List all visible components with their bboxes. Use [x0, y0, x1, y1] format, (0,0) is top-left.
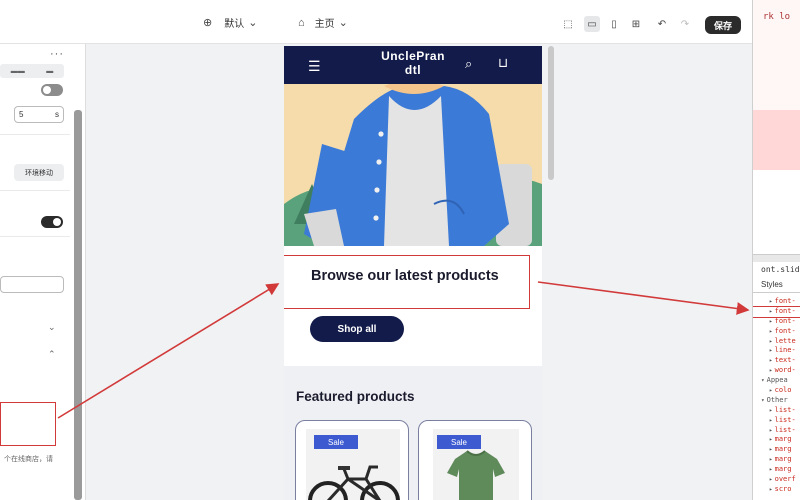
featured-products-heading[interactable]: Featured products — [296, 389, 415, 404]
style-property[interactable]: marg — [753, 445, 800, 455]
style-property[interactable]: list- — [753, 406, 800, 416]
tab-icon[interactable]: ▬▬ — [11, 68, 25, 75]
annotation-box — [0, 402, 56, 446]
devtools-panel: rk lo ont.slid Styles font-font-font-fon… — [752, 0, 800, 500]
style-properties: font-font-font-font-letteline-text-word-… — [753, 297, 800, 495]
cart-icon[interactable]: ⊔ — [498, 55, 508, 71]
page-label: 主页 — [314, 19, 335, 30]
store-name[interactable]: UnclePran dtl — [358, 49, 468, 77]
style-property[interactable]: line- — [753, 346, 800, 356]
annotation-box — [284, 255, 530, 309]
chevron-down-icon: ⌄ — [248, 17, 258, 29]
product-card[interactable]: Sale — [418, 420, 532, 500]
toggle-switch[interactable] — [41, 216, 63, 228]
duration-value: 5 — [19, 110, 24, 119]
style-property[interactable]: marg — [753, 465, 800, 475]
style-property[interactable]: word- — [753, 366, 800, 376]
style-property[interactable]: font- — [753, 327, 800, 337]
tab-icon[interactable]: ▬ — [46, 68, 53, 75]
store-preview: ☰ UnclePran dtl ⌕ ⊔ Browse our latest pr… — [284, 46, 542, 500]
devtools-source: rk lo — [753, 0, 800, 110]
sale-badge: Sale — [314, 435, 358, 449]
redo-icon[interactable]: ↷ — [677, 16, 693, 32]
theme-selector[interactable]: ⊕ 默认 ⌄ — [203, 15, 257, 30]
style-property[interactable]: text- — [753, 356, 800, 366]
save-button[interactable]: 保存 — [705, 16, 741, 34]
product-card[interactable]: Sale — [295, 420, 409, 500]
shop-all-button[interactable]: Shop all — [310, 316, 404, 342]
preview-scrollbar[interactable] — [548, 46, 554, 180]
style-property[interactable]: font- — [753, 317, 800, 327]
style-property[interactable]: lette — [753, 337, 800, 347]
chevron-up-icon[interactable]: ⌃ — [48, 349, 56, 360]
style-property[interactable]: marg — [753, 455, 800, 465]
divider — [0, 134, 70, 135]
home-icon: ⌂ — [298, 16, 305, 29]
globe-icon: ⊕ — [203, 17, 213, 29]
undo-icon[interactable]: ↶ — [654, 16, 670, 32]
animation-option[interactable]: 环境移动 — [14, 164, 64, 181]
divider — [0, 236, 70, 237]
source-code-line: rk lo — [763, 12, 791, 22]
divider — [0, 190, 70, 191]
chevron-down-icon[interactable]: ⌄ — [48, 322, 56, 333]
style-property[interactable]: marg — [753, 435, 800, 445]
hero-illustration — [284, 84, 542, 246]
scrollbar[interactable] — [74, 110, 82, 500]
help-text: 个在线商店，请 — [4, 456, 53, 463]
annotation-box — [753, 306, 800, 318]
duration-input[interactable]: 5 s — [14, 106, 64, 123]
fullscreen-view-icon[interactable]: ⊞ — [628, 16, 644, 32]
search-icon[interactable]: ⌕ — [465, 56, 472, 72]
inspector-icon[interactable]: ⬚ — [560, 16, 576, 32]
chevron-down-icon: ⌄ — [338, 17, 348, 29]
toggle-switch[interactable] — [41, 84, 63, 96]
horizontal-scrollbar[interactable] — [753, 254, 800, 262]
text-field[interactable] — [0, 276, 64, 293]
hero-image — [284, 84, 542, 246]
settings-panel: ··· ▬▬ ▬ 5 s 环境移动 ⌄ ⌃ 个在线商店，请 — [0, 44, 86, 500]
sale-badge: Sale — [437, 435, 481, 449]
editor-toolbar: ⊕ 默认 ⌄ ⌂ 主页 ⌄ ⬚ ▭ ▯ ⊞ ↶ ↷ 保存 — [0, 0, 752, 44]
settings-tabs[interactable]: ▬▬ ▬ — [0, 64, 64, 78]
style-section-header[interactable]: Other — [753, 396, 800, 406]
bicycle-image — [306, 429, 400, 500]
more-options-icon[interactable]: ··· — [50, 48, 64, 60]
page-selector[interactable]: ⌂ 主页 ⌄ — [298, 15, 348, 31]
mobile-view-icon[interactable]: ▯ — [606, 16, 622, 32]
devtools-elements — [753, 170, 800, 254]
desktop-view-icon[interactable]: ▭ — [584, 16, 600, 32]
menu-icon[interactable]: ☰ — [308, 58, 321, 75]
theme-label: 默认 — [224, 19, 245, 30]
style-property[interactable]: colo — [753, 386, 800, 396]
style-section-header[interactable]: Appea — [753, 376, 800, 386]
store-header: ☰ UnclePran dtl ⌕ ⊔ — [284, 46, 542, 84]
style-property[interactable]: list- — [753, 416, 800, 426]
style-property[interactable]: list- — [753, 426, 800, 436]
hero-content: Browse our latest products Shop all — [284, 246, 542, 366]
style-property[interactable]: overf — [753, 475, 800, 485]
tab-styles[interactable]: Styles — [753, 277, 800, 293]
duration-unit: s — [55, 110, 59, 119]
tshirt-image — [433, 429, 519, 500]
highlighted-region — [753, 110, 800, 170]
element-breadcrumb[interactable]: ont.slid — [761, 265, 800, 274]
style-property[interactable]: scro — [753, 485, 800, 495]
